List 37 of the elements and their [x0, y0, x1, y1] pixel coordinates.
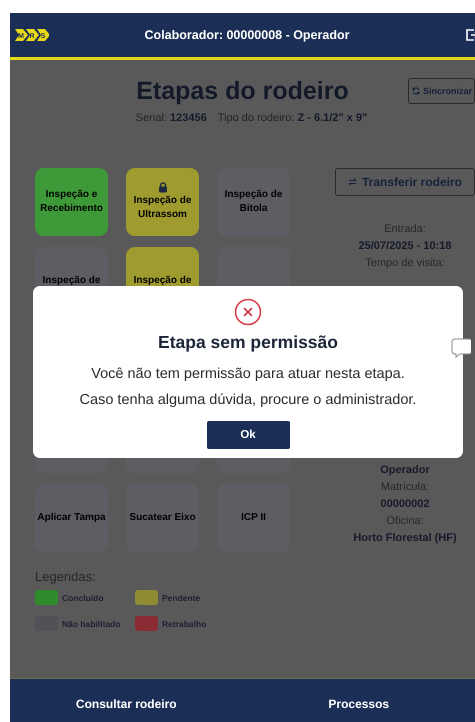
stage-label: Sucatear Eixo	[129, 510, 196, 525]
sync-button[interactable]: Sincronizar	[408, 78, 475, 104]
logout-icon[interactable]	[465, 28, 475, 42]
stage-tile[interactable]: ICP II	[217, 484, 290, 552]
error-icon	[234, 298, 262, 326]
serial-info: Serial: 123456 Tipo do rodeiro: Z - 6.1/2" x 9"	[134, 112, 368, 124]
stage-label: Inspeção de	[42, 274, 100, 288]
legend-label: Não habilitado	[62, 618, 121, 628]
header-title: Colaborador: 00000008 - Operador	[144, 28, 350, 42]
stage-label: Inspeção de	[134, 274, 192, 288]
nav-tab[interactable]: Processos	[242, 679, 475, 722]
swap-icon	[348, 178, 357, 186]
stage-tile[interactable]: Aplicar Tampa	[35, 484, 108, 552]
field-value: 00000002	[380, 497, 430, 512]
stage-tile[interactable]: Sucatear Eixo	[126, 484, 199, 552]
page-title: Etapas do rodeiro	[136, 76, 349, 106]
stage-tile[interactable]: Inspeção e Recebimento	[35, 168, 108, 236]
field-value: 25/07/2025 - 10:18	[358, 239, 452, 254]
stage-label: Inspeção e Recebimento	[39, 188, 104, 216]
stage-label: Aplicar Tampa	[37, 510, 106, 525]
legend-label: Pendente	[162, 592, 200, 602]
field-value: Operador	[380, 463, 430, 478]
stage-tile[interactable]: Inspeção de Ultrassom	[126, 168, 199, 236]
stage-label: Inspeção de Ultrassom	[132, 194, 192, 222]
field-value: Horto Florestal (HF)	[353, 531, 457, 546]
stage-tile[interactable]: Inspeção de Bitola	[217, 168, 290, 236]
ok-button[interactable]: Ok	[206, 421, 290, 449]
chat-icon[interactable]	[451, 338, 471, 358]
sync-icon	[412, 87, 420, 95]
stage-label: ICP II	[241, 510, 266, 525]
legend-label: Concluído	[62, 592, 104, 602]
transfer-button[interactable]: Transferir rodeiro	[335, 168, 475, 196]
dialog-message: Você não tem permissão para atuar nesta etapa. Caso tenha alguma dúvida, procure o administrador.	[80, 365, 416, 410]
nav-tab[interactable]: Consultar rodeiro	[10, 679, 242, 722]
stage-label: Inspeção de Bitola	[224, 188, 284, 216]
dialog-title: Etapa sem permissão	[158, 332, 338, 353]
legend-label: Retrabalho	[162, 618, 206, 628]
